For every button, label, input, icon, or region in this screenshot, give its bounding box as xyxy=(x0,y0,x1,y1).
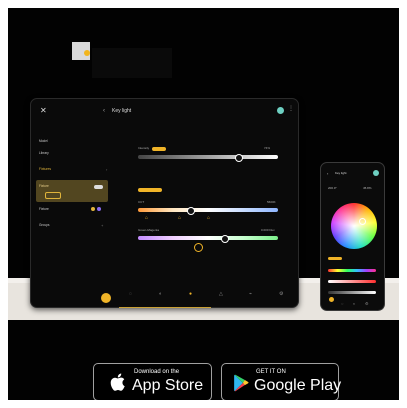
tablet-device: ✕ ‹ Key light ⋮ Model Library Fixtures ›… xyxy=(30,98,299,308)
chevron-icon: › xyxy=(106,167,108,172)
close-icon[interactable]: ✕ xyxy=(40,107,47,115)
tab-active-icon[interactable] xyxy=(329,297,334,302)
google-play-caption: GET IT ON xyxy=(256,369,286,375)
fixture-toggle[interactable] xyxy=(94,185,103,189)
saturation-readout: 45.8% xyxy=(363,186,372,190)
reset-icon[interactable] xyxy=(194,243,203,252)
fixture-status-dot xyxy=(91,207,95,211)
tab-indicator xyxy=(119,307,211,308)
google-play-label: Google Play xyxy=(254,377,342,394)
preset-marker-icon[interactable]: ⌂ xyxy=(207,216,210,221)
slider-value: 74% xyxy=(264,146,271,150)
google-play-badge[interactable]: GET IT ON Google Play xyxy=(221,363,342,400)
sidebar-group-fixtures[interactable]: Fixtures xyxy=(39,167,51,171)
phone-title: Key light xyxy=(335,171,347,175)
phone-hue-slider[interactable] xyxy=(328,269,376,272)
green-magenta-slider[interactable] xyxy=(138,236,278,240)
tab-icon-3[interactable]: ● xyxy=(189,291,192,297)
tab-add-button[interactable] xyxy=(101,293,111,303)
sidebar-fixture-1[interactable]: Fixture xyxy=(39,184,49,188)
app-store-badge[interactable]: Download on the App Store xyxy=(93,363,212,400)
app-store-label: App Store xyxy=(132,377,204,394)
tab-icon-6[interactable]: ⚙ xyxy=(279,291,283,297)
intensity-chip[interactable] xyxy=(152,147,166,151)
chevron-left-icon[interactable]: ‹ xyxy=(327,171,328,176)
preset-marker-icon[interactable]: ⌂ xyxy=(145,216,148,221)
sidebar-item-groups[interactable]: Groups xyxy=(39,223,49,227)
slider-value: 0.000 Duv xyxy=(261,228,275,232)
phone-intensity-slider[interactable] xyxy=(328,291,376,294)
brand-logo-dot xyxy=(84,50,90,56)
tab-icon-4[interactable]: △ xyxy=(219,291,223,297)
apple-icon xyxy=(110,373,125,391)
power-icon[interactable] xyxy=(277,107,284,114)
fixture-chip[interactable] xyxy=(45,192,61,199)
sidebar-item-model[interactable]: Model xyxy=(39,139,48,143)
tab-icon[interactable]: ◌ xyxy=(341,301,343,306)
sidebar-item-library[interactable]: Library xyxy=(39,151,49,155)
preset-marker-icon[interactable]: ⌂ xyxy=(178,216,181,221)
tab-icon[interactable]: ⚙ xyxy=(365,301,369,306)
chevron-left-icon[interactable]: ‹ xyxy=(103,108,105,114)
slider-label: CCT xyxy=(138,200,145,204)
intensity-slider[interactable] xyxy=(138,155,278,159)
power-icon[interactable] xyxy=(373,170,379,176)
sidebar-fixture-2[interactable]: Fixture xyxy=(39,207,49,211)
intensity-knob[interactable] xyxy=(234,154,243,162)
more-icon[interactable]: ⋮ xyxy=(288,105,294,112)
color-wheel[interactable] xyxy=(331,203,377,249)
app-store-caption: Download on the xyxy=(134,369,180,375)
cct-mode-chip[interactable] xyxy=(138,188,162,192)
tab-icon-2[interactable]: ◐ xyxy=(159,291,162,297)
tab-icon[interactable]: ◐ xyxy=(353,301,355,306)
phone-device: ‹ Key light 200.0° 45.8% ◌ ◐ ⚙ xyxy=(320,162,385,311)
hue-readout: 200.0° xyxy=(328,186,337,190)
fixture-color-dot xyxy=(97,207,101,211)
promo-banner: ✕ ‹ Key light ⋮ Model Library Fixtures ›… xyxy=(8,8,399,400)
slider-label: Green-Magenta xyxy=(138,228,160,232)
cct-slider[interactable] xyxy=(138,208,278,212)
page-title: Key light xyxy=(112,108,132,114)
color-wheel-knob[interactable] xyxy=(359,218,366,225)
green-magenta-knob[interactable] xyxy=(220,235,229,243)
cct-knob[interactable] xyxy=(187,207,196,215)
brand-wordmark xyxy=(92,48,172,78)
google-play-icon xyxy=(234,374,249,392)
tab-icon-5[interactable]: ⌁ xyxy=(249,291,252,297)
tab-icon-1[interactable]: ◌ xyxy=(129,291,132,297)
slider-value: 5600K xyxy=(267,200,276,204)
phone-saturation-slider[interactable] xyxy=(328,280,376,283)
mode-chip[interactable] xyxy=(328,257,342,260)
slider-label: Intensity xyxy=(138,146,150,150)
add-icon[interactable]: + xyxy=(101,223,103,228)
